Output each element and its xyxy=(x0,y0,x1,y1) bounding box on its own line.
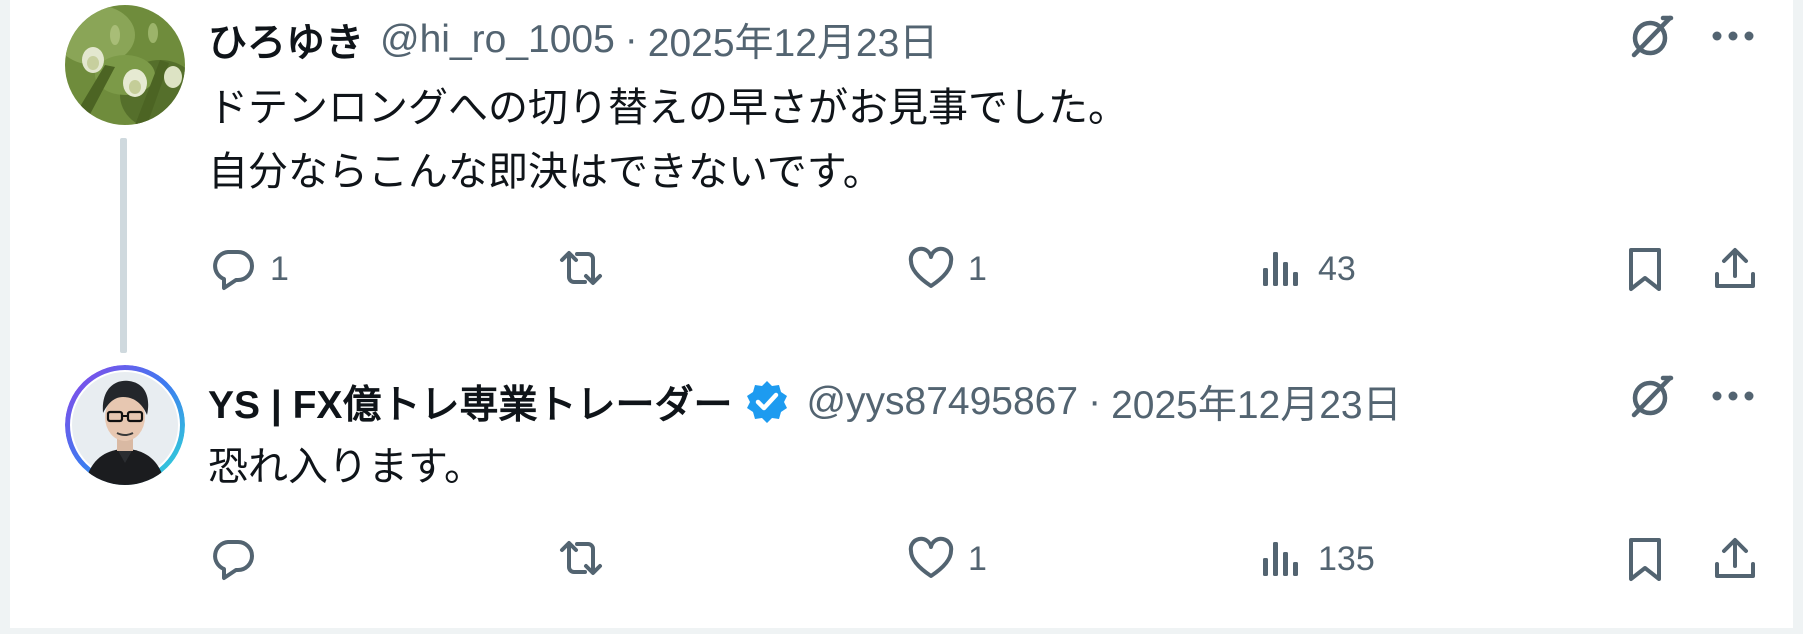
repost-icon xyxy=(560,251,602,285)
user-handle[interactable]: @hi_ro_1005 xyxy=(380,18,615,62)
like-count: 1 xyxy=(968,249,987,288)
separator: · xyxy=(1088,380,1102,423)
views-button[interactable]: 43 xyxy=(1256,240,1356,298)
avatar-image xyxy=(65,5,185,125)
more-options-icon[interactable] xyxy=(1704,367,1762,425)
avatar[interactable] xyxy=(65,5,185,125)
reply-icon xyxy=(213,250,254,290)
reply-thread: ひろゆき @hi_ro_1005 · 2025年12月23日 ドテンロングへの切… xyxy=(0,0,1803,634)
share-button[interactable] xyxy=(1710,530,1760,588)
display-name[interactable]: ひろゆき xyxy=(208,12,364,68)
post-header: YS | FX億トレ専業トレーダー @yys87495867 · 2025年12… xyxy=(208,376,1402,428)
like-icon xyxy=(908,246,954,288)
bookmark-icon xyxy=(1629,248,1661,291)
like-icon xyxy=(908,536,954,578)
avatar-image xyxy=(65,365,185,485)
views-icon xyxy=(1263,542,1298,576)
repost-button[interactable] xyxy=(556,240,618,298)
post-date[interactable]: 2025年12月23日 xyxy=(1111,374,1402,430)
like-button[interactable]: 1 xyxy=(906,240,987,298)
post-date[interactable]: 2025年12月23日 xyxy=(648,12,939,68)
share-icon xyxy=(1715,538,1755,578)
post-text: 恐れ入ります。 xyxy=(208,435,484,499)
separator: · xyxy=(624,18,638,61)
views-count: 43 xyxy=(1318,249,1356,288)
like-count: 1 xyxy=(968,539,987,578)
action-bar: 1 135 xyxy=(208,530,1778,588)
post-text-line: 自分ならこんな即決はできないです。 xyxy=(208,150,883,194)
post-header: ひろゆき @hi_ro_1005 · 2025年12月23日 xyxy=(208,14,938,66)
like-button[interactable]: 1 xyxy=(906,530,987,588)
verified-badge-icon[interactable] xyxy=(744,379,790,425)
reply-icon xyxy=(213,540,254,580)
post-hiroyuki[interactable]: ひろゆき @hi_ro_1005 · 2025年12月23日 ドテンロングへの切… xyxy=(10,0,1793,355)
post-text: ドテンロングへの切り替えの早さがお見事でした。 自分ならこんな即決はできないです… xyxy=(208,76,1128,204)
views-count: 135 xyxy=(1318,539,1375,578)
repost-button[interactable] xyxy=(556,530,618,588)
views-button[interactable]: 135 xyxy=(1256,530,1375,588)
reply-count: 1 xyxy=(270,249,289,288)
bookmark-button[interactable] xyxy=(1620,240,1670,298)
user-handle[interactable]: @yys87495867 xyxy=(806,380,1078,424)
display-name[interactable]: YS | FX億トレ専業トレーダー xyxy=(208,374,732,430)
share-button[interactable] xyxy=(1710,240,1760,298)
reply-button[interactable]: 1 xyxy=(208,240,289,298)
reply-button[interactable] xyxy=(208,530,270,588)
grok-icon[interactable] xyxy=(1622,367,1680,425)
repost-icon xyxy=(560,541,602,575)
more-options-icon[interactable] xyxy=(1704,7,1762,65)
bookmark-icon xyxy=(1629,538,1661,581)
share-icon xyxy=(1715,248,1755,288)
post-ys-trader[interactable]: YS | FX億トレ専業トレーダー @yys87495867 · 2025年12… xyxy=(10,355,1793,628)
bookmark-button[interactable] xyxy=(1620,530,1670,588)
post-text-line: 恐れ入ります。 xyxy=(208,445,484,489)
avatar[interactable] xyxy=(65,365,185,485)
grok-icon[interactable] xyxy=(1622,7,1680,65)
post-text-line: ドテンロングへの切り替えの早さがお見事でした。 xyxy=(208,86,1128,130)
action-bar: 1 1 43 xyxy=(208,240,1778,298)
thread-connector-line xyxy=(120,138,127,353)
views-icon xyxy=(1263,252,1298,286)
